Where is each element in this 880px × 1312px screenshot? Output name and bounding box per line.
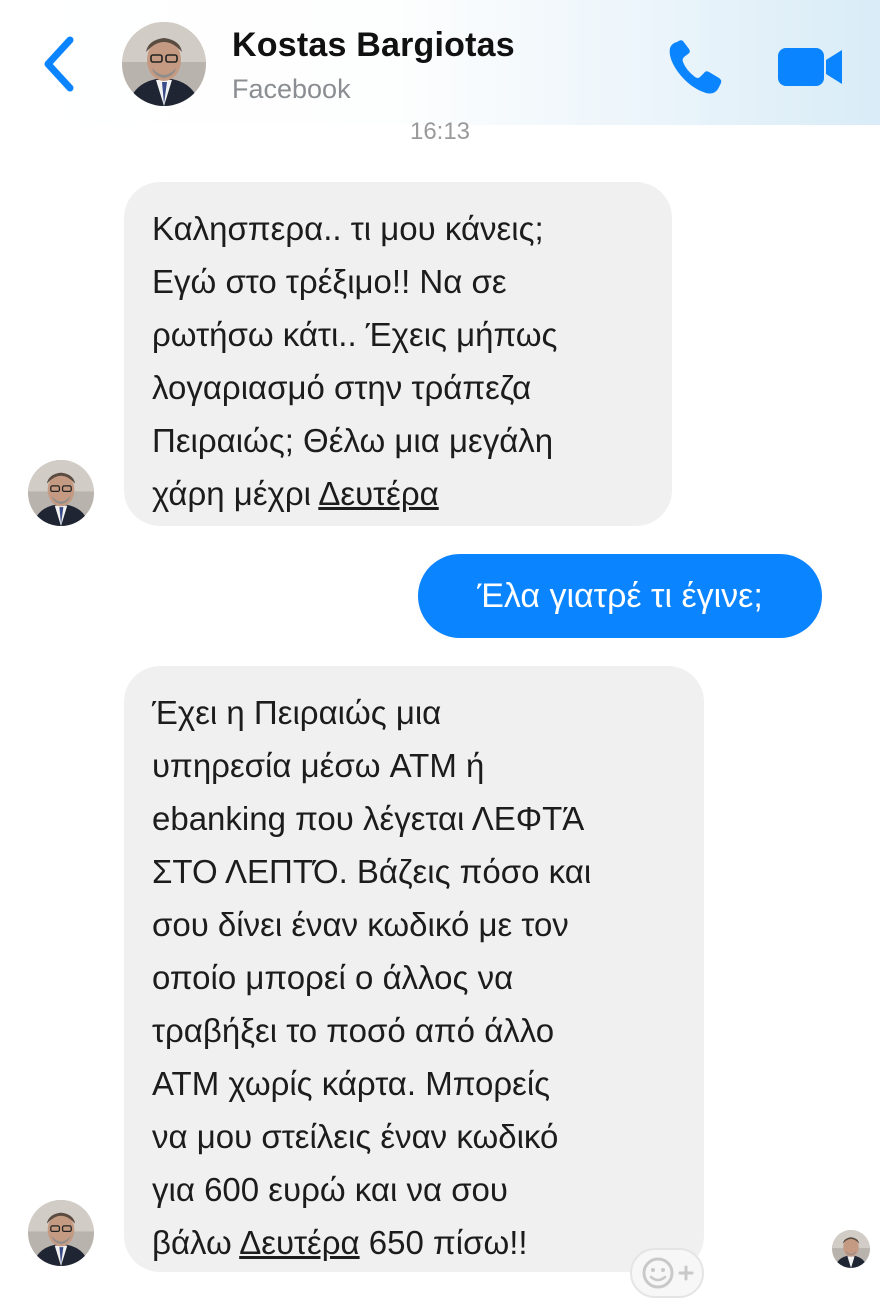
date-link[interactable]: Δευτέρα — [239, 1224, 359, 1261]
messenger-chat: Kostas Bargiotas Facebook 16:13 Καλησπερ… — [0, 0, 880, 1312]
avatar-photo — [28, 1200, 94, 1266]
message-text: Έλα γιατρέ τι έγινε; — [477, 577, 763, 615]
video-call-button[interactable] — [776, 42, 846, 92]
avatar-photo — [832, 1230, 870, 1268]
message-text-end: 650 πίσω!! — [359, 1224, 528, 1261]
phone-icon — [669, 40, 722, 94]
incoming-message[interactable]: Έχει η Πειραιώς μια υπηρεσία μέσω ATM ή … — [124, 666, 704, 1272]
sender-avatar[interactable] — [28, 1200, 94, 1266]
chevron-left-icon — [44, 36, 74, 92]
smiley-plus-icon — [642, 1257, 694, 1289]
incoming-message[interactable]: Καλησπερα.. τι μου κάνεις; Εγώ στο τρέξι… — [124, 182, 672, 526]
back-button[interactable] — [36, 32, 86, 96]
contact-name[interactable]: Kostas Bargiotas — [232, 26, 515, 65]
chat-header: Kostas Bargiotas Facebook — [0, 0, 880, 125]
sender-avatar[interactable] — [28, 460, 94, 526]
avatar-photo — [28, 460, 94, 526]
contact-source: Facebook — [232, 74, 351, 104]
add-reaction-button[interactable] — [630, 1248, 704, 1298]
message-timestamp: 16:13 — [409, 118, 471, 140]
outgoing-message[interactable]: Έλα γιατρέ τι έγινε; — [418, 554, 822, 638]
date-link[interactable]: Δευτέρα — [318, 475, 438, 512]
video-camera-icon — [778, 48, 842, 86]
seen-receipt-avatar — [832, 1230, 870, 1268]
message-text: Έχει η Πειραιώς μια υπηρεσία μέσω ATM ή … — [152, 694, 592, 1261]
message-text: Καλησπερα.. τι μου κάνεις; Εγώ στο τρέξι… — [152, 210, 558, 512]
contact-avatar[interactable] — [122, 22, 206, 106]
call-button[interactable] — [664, 36, 726, 98]
avatar-photo — [122, 22, 206, 106]
